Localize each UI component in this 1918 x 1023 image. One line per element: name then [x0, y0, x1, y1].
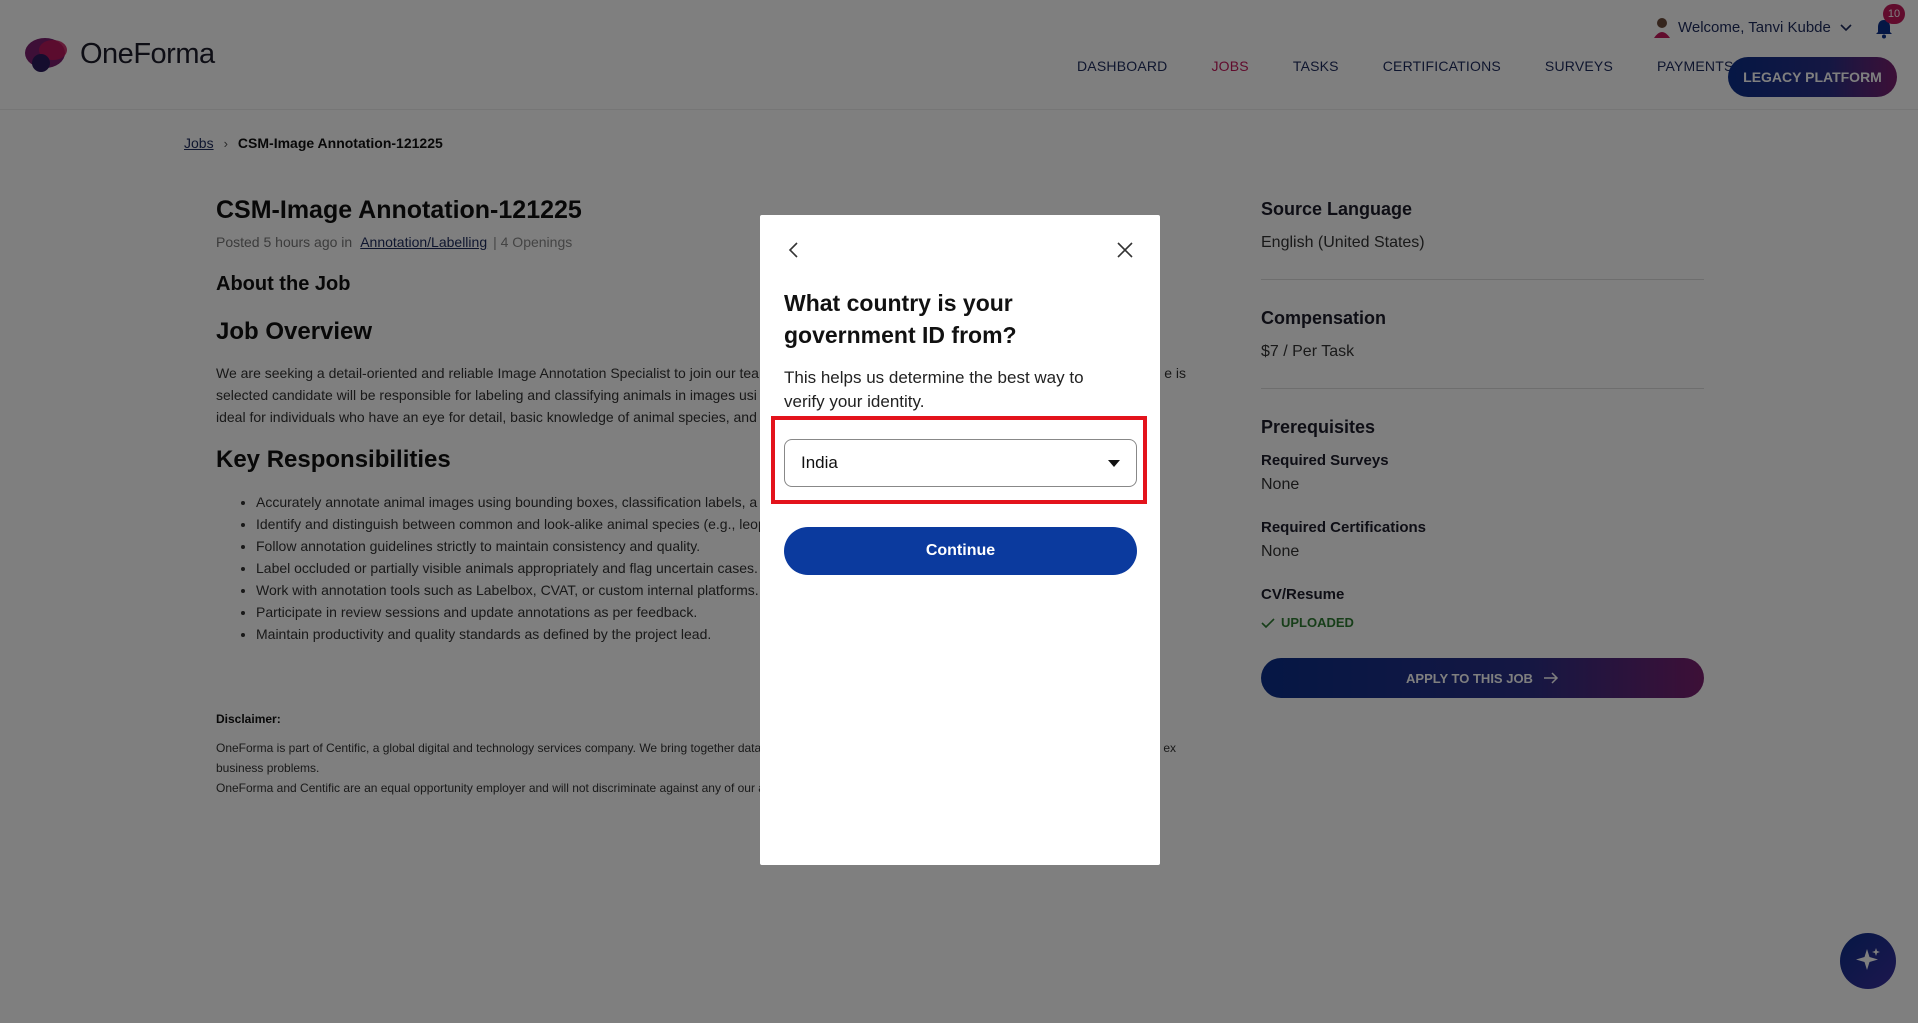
- dropdown-caret-icon: [1108, 460, 1120, 467]
- continue-button[interactable]: Continue: [784, 527, 1137, 575]
- back-arrow-icon[interactable]: [784, 240, 804, 260]
- country-select[interactable]: India: [784, 439, 1137, 487]
- dialog-title: What country is your government ID from?: [784, 290, 1017, 348]
- dialog-subtitle: This helps us determine the best way to …: [784, 368, 1084, 411]
- country-selected-value: India: [801, 453, 838, 472]
- country-selection-dialog: What country is your government ID from?…: [760, 215, 1160, 865]
- close-icon[interactable]: [1115, 240, 1135, 260]
